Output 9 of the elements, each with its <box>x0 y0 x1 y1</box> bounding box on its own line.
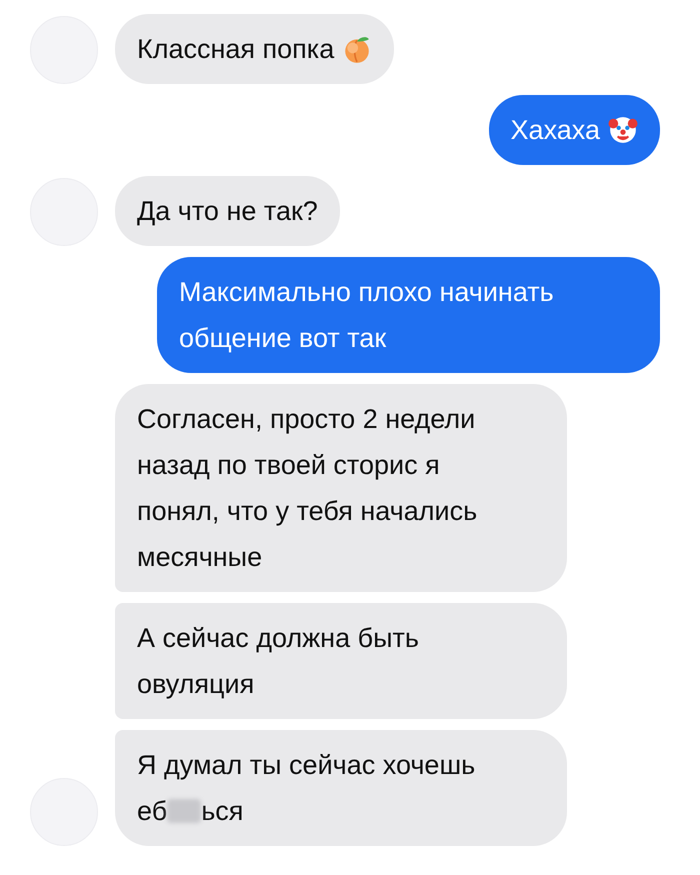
message-text: А сейчас должна быть овуляция <box>137 623 419 699</box>
message-text: Согласен, просто 2 недели назад по твоей сторис я понял, что у тебя начались месячные <box>137 404 478 572</box>
message-text: еб <box>137 795 168 828</box>
message-text: Классная попка <box>137 34 334 64</box>
message-text: Максимально плохо начинать общение вот так <box>179 277 554 353</box>
message-text: Да что не так? <box>137 196 318 226</box>
message-text: Хахаха <box>510 115 600 145</box>
message-text: ься <box>201 795 244 828</box>
message-text: Я думал ты сейчас хочешь <box>137 749 476 782</box>
